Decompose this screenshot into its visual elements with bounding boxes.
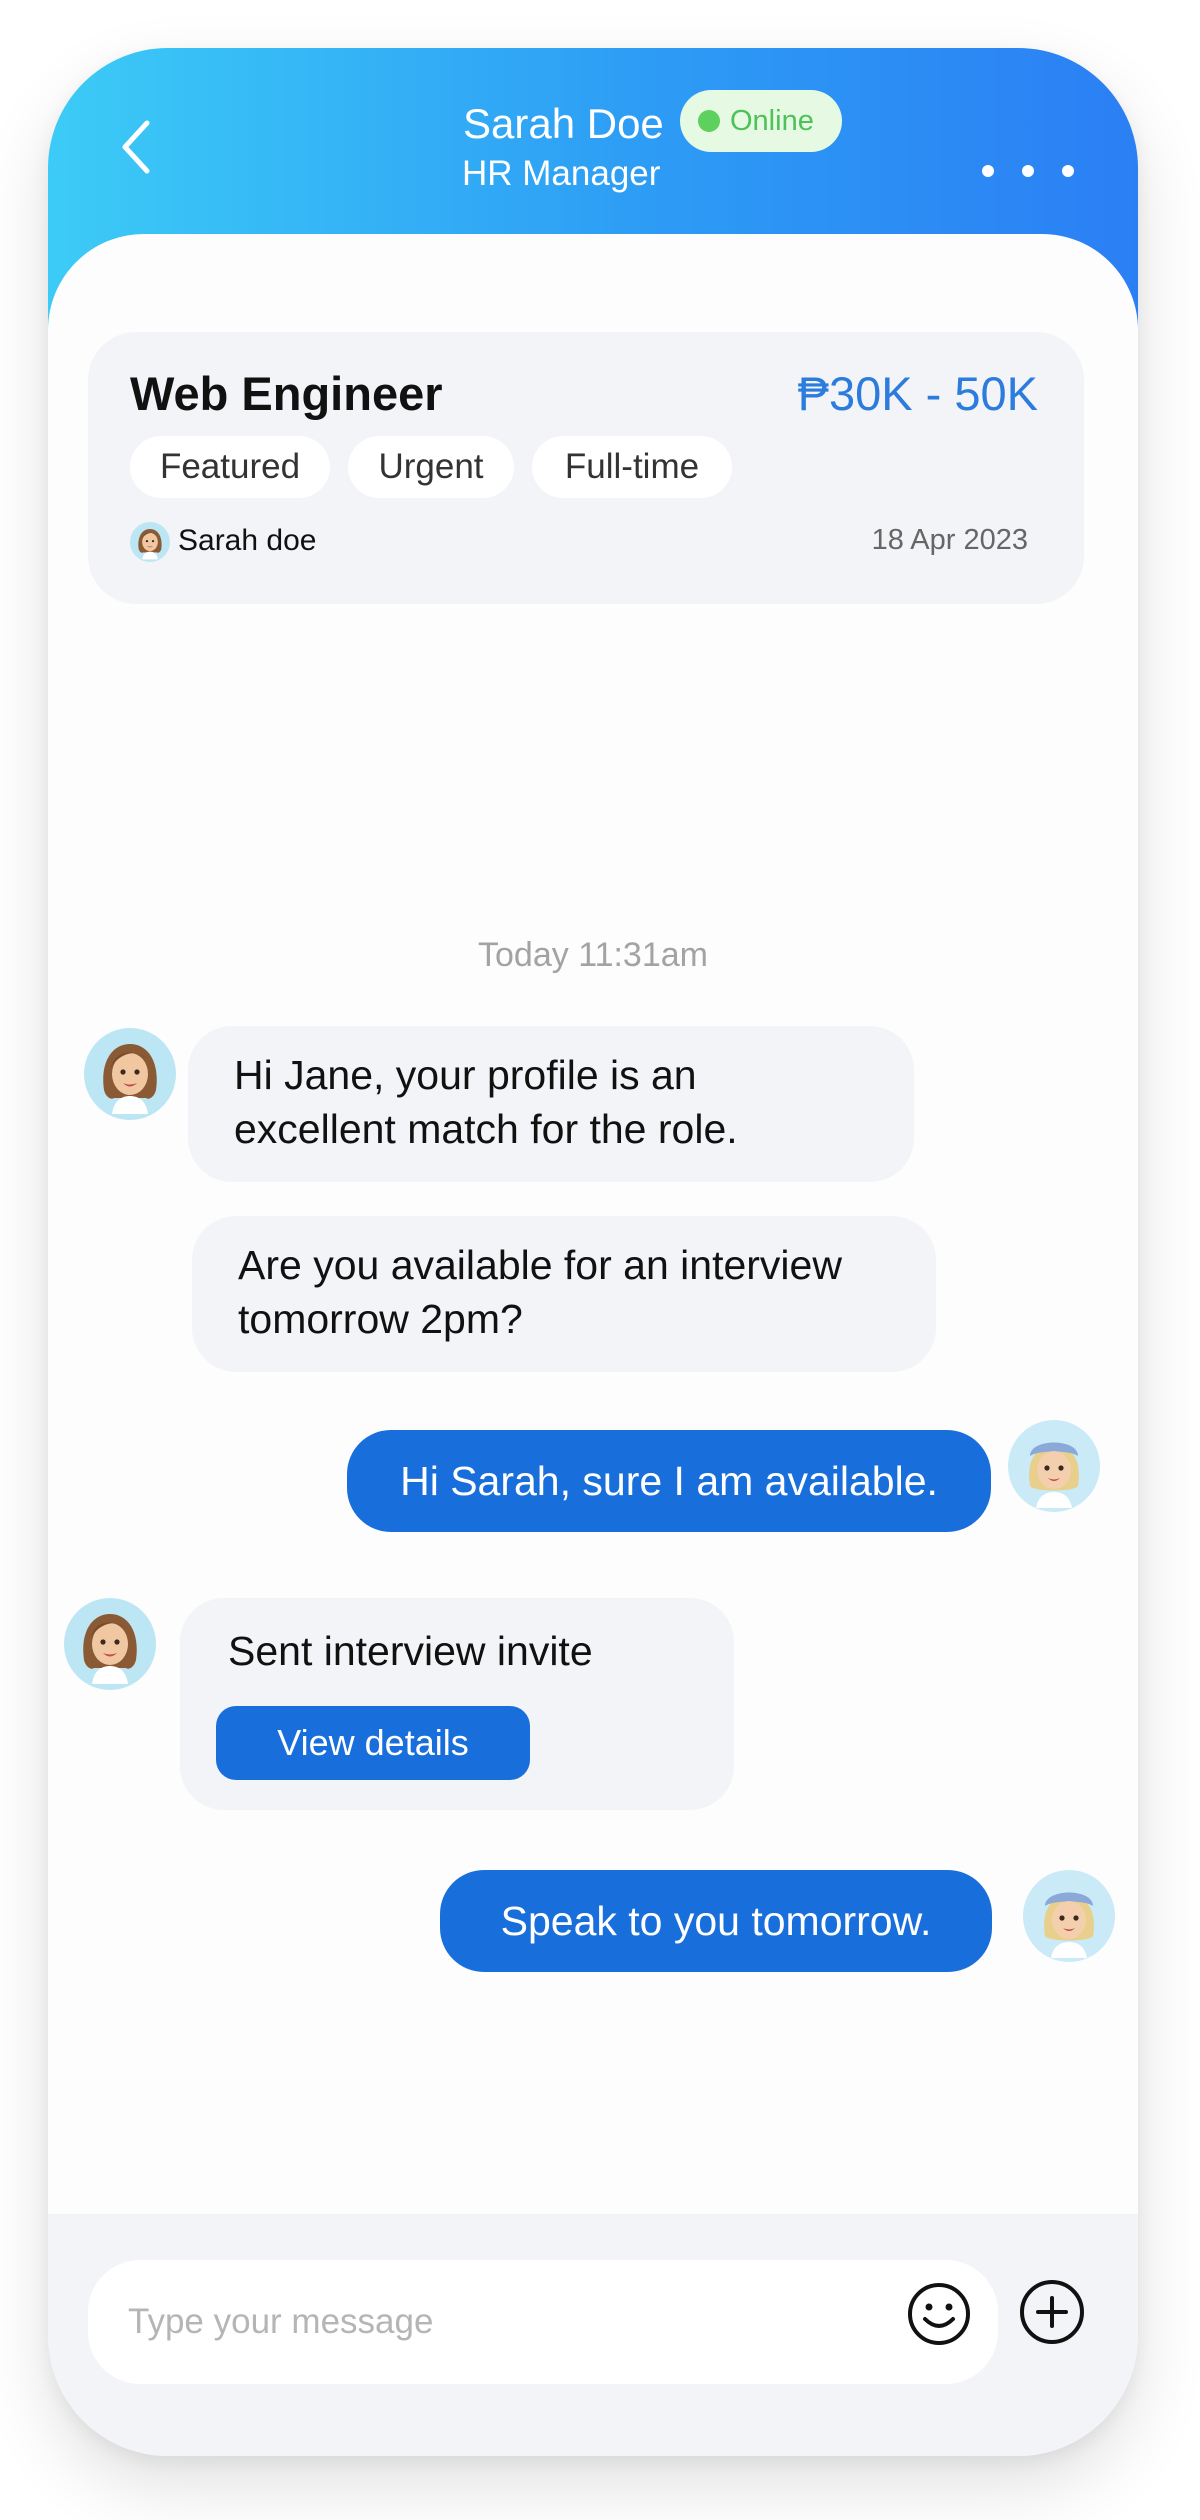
message-bubble-outgoing: Hi Sarah, sure I am available. — [347, 1430, 991, 1532]
message-bubble-incoming: Are you available for an interview tomor… — [192, 1216, 936, 1372]
message-bubble-incoming: Hi Jane, your profile is an excellent ma… — [188, 1026, 914, 1182]
online-status-badge: Online — [680, 90, 842, 152]
job-poster-name: Sarah doe — [178, 524, 317, 557]
invite-message-text: Sent interview invite — [228, 1628, 593, 1674]
emoji-button[interactable] — [906, 2281, 972, 2347]
job-date: 18 Apr 2023 — [871, 524, 1028, 556]
message-input-container — [88, 2260, 998, 2384]
tag-full-time: Full-time — [532, 436, 732, 498]
status-label: Online — [730, 104, 814, 137]
tag-featured: Featured — [130, 436, 330, 498]
job-title: Web Engineer — [130, 367, 443, 420]
smiley-icon — [908, 2283, 970, 2345]
view-details-button[interactable]: View details — [216, 1706, 530, 1780]
job-salary: ₱30K - 50K — [797, 367, 1038, 420]
message-bubble-outgoing: Speak to you tomorrow. — [440, 1870, 992, 1972]
tag-urgent: Urgent — [348, 436, 514, 498]
chat-content: Web Engineer ₱30K - 50K Featured Urgent … — [48, 234, 1138, 2234]
contact-name: Sarah Doe — [463, 100, 664, 147]
contact-role: HR Manager — [462, 154, 661, 193]
chat-timestamp: Today 11:31am — [478, 936, 708, 974]
message-bubble-incoming: Sent interview invite View details — [180, 1598, 734, 1810]
avatar — [1008, 1420, 1100, 1512]
poster-avatar — [130, 522, 170, 562]
avatar — [84, 1028, 176, 1120]
avatar — [1023, 1870, 1115, 1962]
more-horizontal-icon — [982, 165, 994, 177]
add-attachment-button[interactable] — [1018, 2278, 1086, 2346]
back-button[interactable] — [106, 112, 166, 182]
plus-circle-icon — [1020, 2280, 1084, 2344]
message-input[interactable] — [128, 2260, 828, 2384]
message-composer — [48, 2214, 1138, 2456]
job-card[interactable]: Web Engineer ₱30K - 50K Featured Urgent … — [88, 332, 1084, 604]
avatar — [64, 1598, 156, 1690]
chevron-left-icon — [122, 120, 150, 174]
phone-frame: Sarah Doe Online HR Manager Web Engineer… — [48, 48, 1138, 2456]
more-options-button[interactable] — [978, 156, 1078, 186]
online-dot-icon — [698, 110, 720, 132]
